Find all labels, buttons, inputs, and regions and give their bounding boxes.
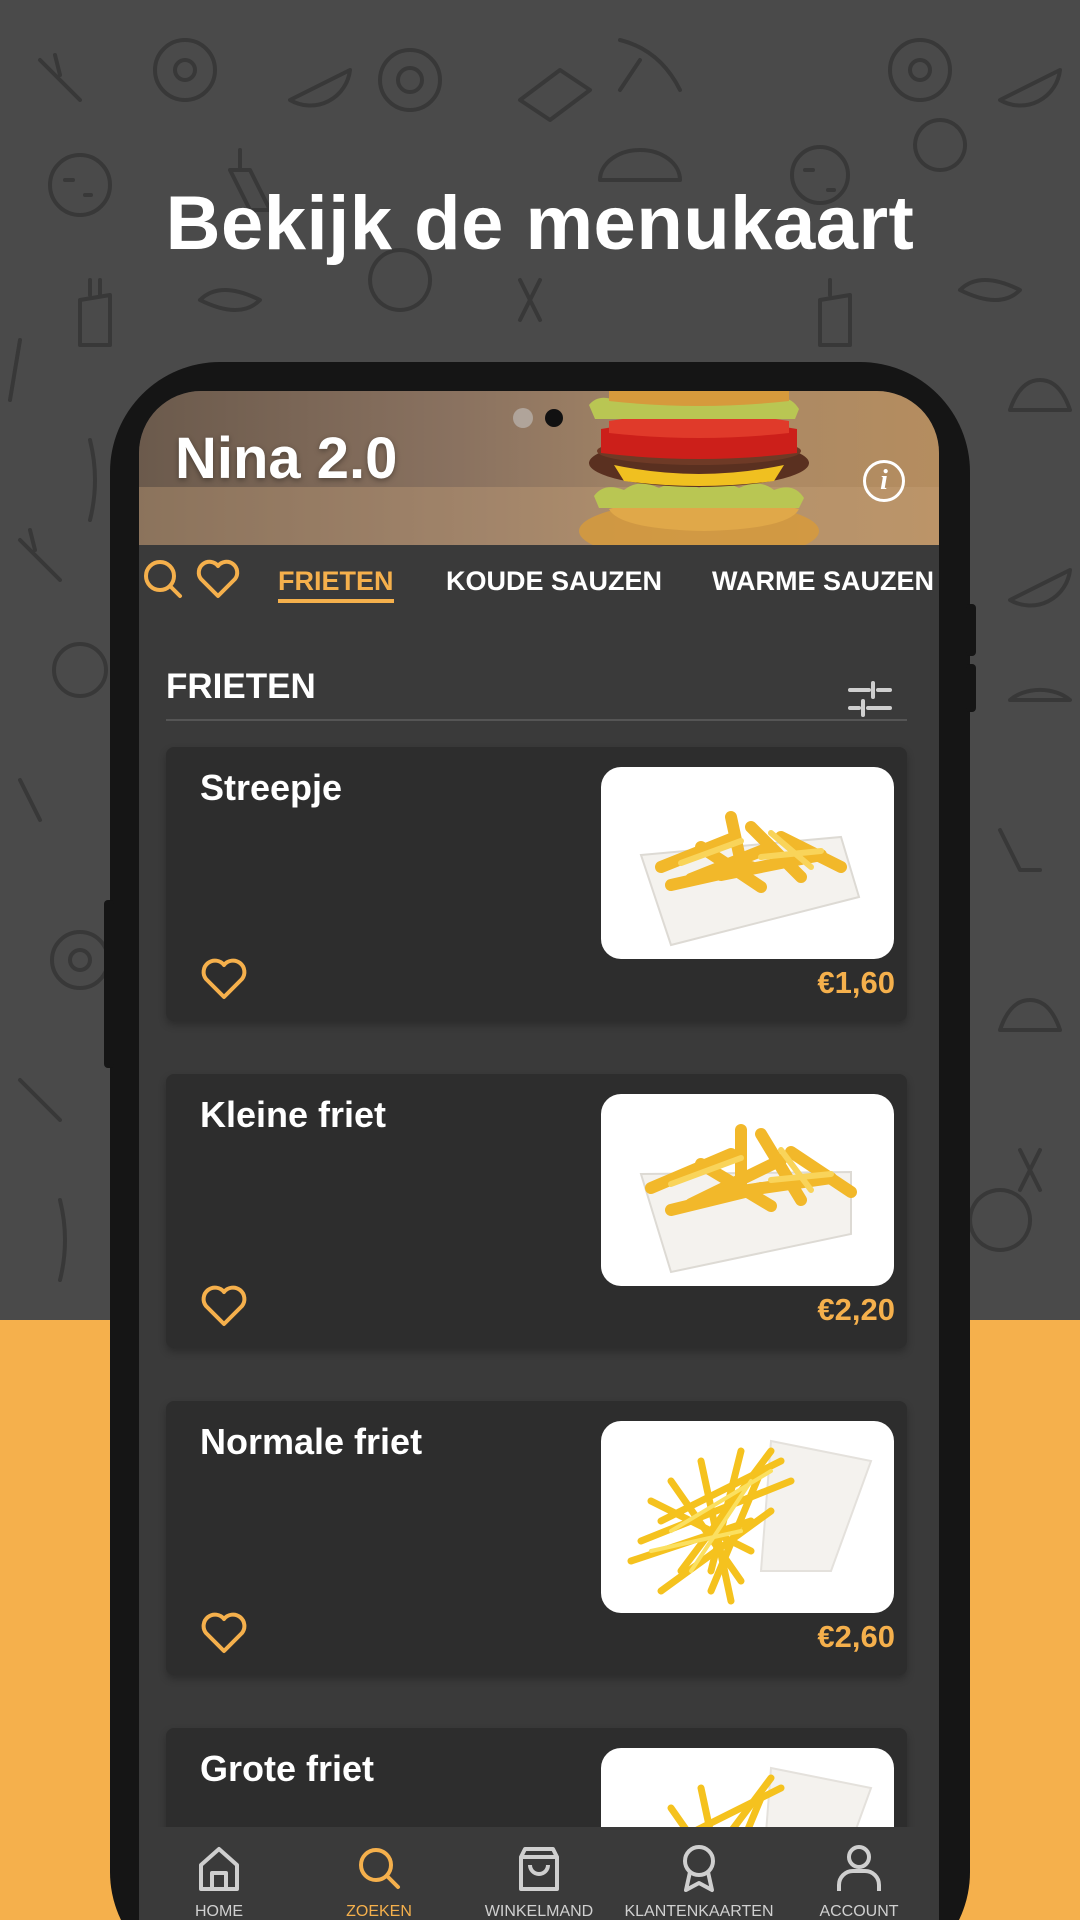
carousel-dots[interactable] <box>513 408 563 428</box>
carousel-dot[interactable] <box>513 408 533 428</box>
award-icon <box>683 1845 715 1892</box>
product-name: Normale friet <box>200 1421 423 1462</box>
favorite-heart-icon[interactable] <box>200 1284 248 1328</box>
product-price: €1,60 <box>817 965 895 1000</box>
nav-label: KLANTENKAARTEN <box>624 1903 774 1920</box>
tab-warme-sauzen[interactable]: WARME SAUZEN <box>712 566 934 597</box>
nav-search[interactable]: ZOEKEN <box>299 1827 459 1920</box>
favorite-heart-icon[interactable] <box>200 1611 248 1655</box>
section-divider <box>166 719 907 721</box>
search-icon[interactable] <box>141 557 185 601</box>
restaurant-name: Nina 2.0 <box>175 426 398 491</box>
nav-label: ACCOUNT <box>819 1903 899 1920</box>
filter-sliders-icon[interactable] <box>847 679 893 719</box>
shopping-bag-icon <box>519 1847 559 1891</box>
page-headline: Bekijk de menukaart <box>165 181 915 266</box>
product-price: €2,20 <box>817 1292 895 1327</box>
bottom-navigation: HOME ZOEKEN WINKELMAND KLANTENKAARTEN AC… <box>139 1827 939 1920</box>
nav-label: HOME <box>195 1903 243 1920</box>
nav-account[interactable]: ACCOUNT <box>779 1827 939 1920</box>
phone-side-button <box>966 664 976 712</box>
product-card[interactable]: Streepje €1,60 <box>166 747 907 1021</box>
search-icon <box>359 1848 400 1889</box>
nav-label: ZOEKEN <box>346 1903 412 1920</box>
product-image <box>601 1421 894 1613</box>
product-image <box>601 767 894 959</box>
home-icon <box>199 1847 239 1891</box>
hero-banner: Nina 2.0 i <box>139 391 939 545</box>
carousel-dot-active[interactable] <box>545 409 563 427</box>
favorites-icon[interactable] <box>195 557 241 601</box>
product-image <box>601 1094 894 1286</box>
nav-cart[interactable]: WINKELMAND <box>459 1827 619 1920</box>
product-card[interactable]: Normale friet €2,60 <box>166 1401 907 1675</box>
app-screen: Nina 2.0 i FRIETEN KOUDE SAUZEN WARME SA… <box>139 391 939 1920</box>
nav-loyalty-cards[interactable]: KLANTENKAARTEN <box>619 1827 779 1920</box>
product-card[interactable]: Kleine friet €2,20 <box>166 1074 907 1348</box>
tab-frieten[interactable]: FRIETEN <box>278 566 394 603</box>
phone-side-button <box>104 900 114 1068</box>
product-price: €2,60 <box>817 1619 895 1654</box>
user-icon <box>837 1845 881 1891</box>
product-name: Kleine friet <box>200 1094 387 1135</box>
product-name: Grote friet <box>200 1748 375 1789</box>
nav-home[interactable]: HOME <box>139 1827 299 1920</box>
info-button[interactable]: i <box>863 460 905 502</box>
phone-side-button <box>966 604 976 656</box>
favorite-heart-icon[interactable] <box>200 957 248 1001</box>
product-name: Streepje <box>200 767 343 808</box>
tab-koude-sauzen[interactable]: KOUDE SAUZEN <box>446 566 662 597</box>
section-title: FRIETEN <box>166 667 316 706</box>
nav-label: WINKELMAND <box>484 1903 594 1920</box>
